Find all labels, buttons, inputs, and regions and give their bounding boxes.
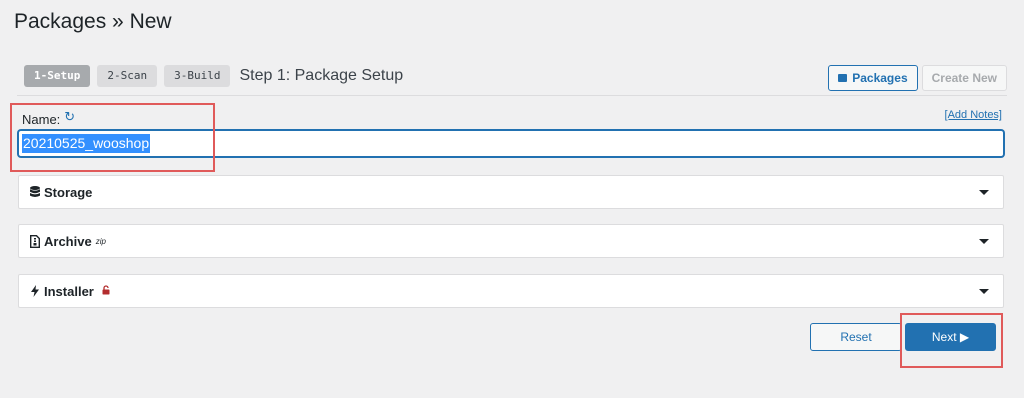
- panel-installer[interactable]: Installer: [18, 274, 1004, 308]
- chevron-down-icon[interactable]: [979, 289, 989, 294]
- panel-installer-label: Installer: [44, 283, 94, 299]
- chevron-down-icon[interactable]: [979, 239, 989, 244]
- step-scan[interactable]: 2-Scan: [97, 65, 158, 87]
- packages-button[interactable]: Packages: [828, 65, 918, 91]
- name-label-text: Name:: [22, 112, 61, 127]
- panel-storage[interactable]: Storage: [18, 175, 1004, 209]
- next-button[interactable]: Next ▶: [905, 323, 996, 351]
- reset-name-icon[interactable]: ↻: [64, 109, 75, 125]
- archive-zip-sup: zip: [95, 236, 106, 246]
- step-title: Step 1: Package Setup: [239, 67, 404, 84]
- reset-button[interactable]: Reset: [810, 323, 902, 351]
- header-divider: [17, 95, 1007, 96]
- name-input-value: 20210525_wooshop: [22, 134, 151, 153]
- panel-archive[interactable]: Archive zip: [18, 224, 1004, 258]
- step-build[interactable]: 3-Build: [164, 65, 231, 87]
- bolt-icon: [29, 285, 41, 297]
- lock-icon: [102, 284, 110, 298]
- database-icon: [29, 186, 41, 198]
- top-actions: Packages Create New: [828, 65, 1007, 91]
- name-label: Name: ↻: [22, 109, 75, 128]
- panel-storage-label: Storage: [44, 184, 93, 200]
- add-notes-link[interactable]: [Add Notes]: [945, 109, 1002, 121]
- packages-button-label: Packages: [852, 71, 908, 85]
- chevron-down-icon[interactable]: [979, 190, 989, 195]
- reset-button-label: Reset: [840, 330, 872, 344]
- archive-box-icon: [838, 74, 848, 82]
- create-new-button-label: Create New: [931, 71, 997, 85]
- name-input[interactable]: 20210525_wooshop: [18, 130, 1004, 157]
- page-title: Packages » New: [14, 10, 172, 33]
- next-button-label: Next ▶: [931, 330, 970, 344]
- file-zip-icon: [29, 234, 41, 248]
- create-new-button[interactable]: Create New: [921, 65, 1007, 91]
- wizard-steps: 1-Setup 2-Scan 3-Build Step 1: Package S…: [24, 65, 403, 87]
- step-setup[interactable]: 1-Setup: [24, 65, 91, 87]
- panel-archive-label: Archive: [44, 233, 92, 249]
